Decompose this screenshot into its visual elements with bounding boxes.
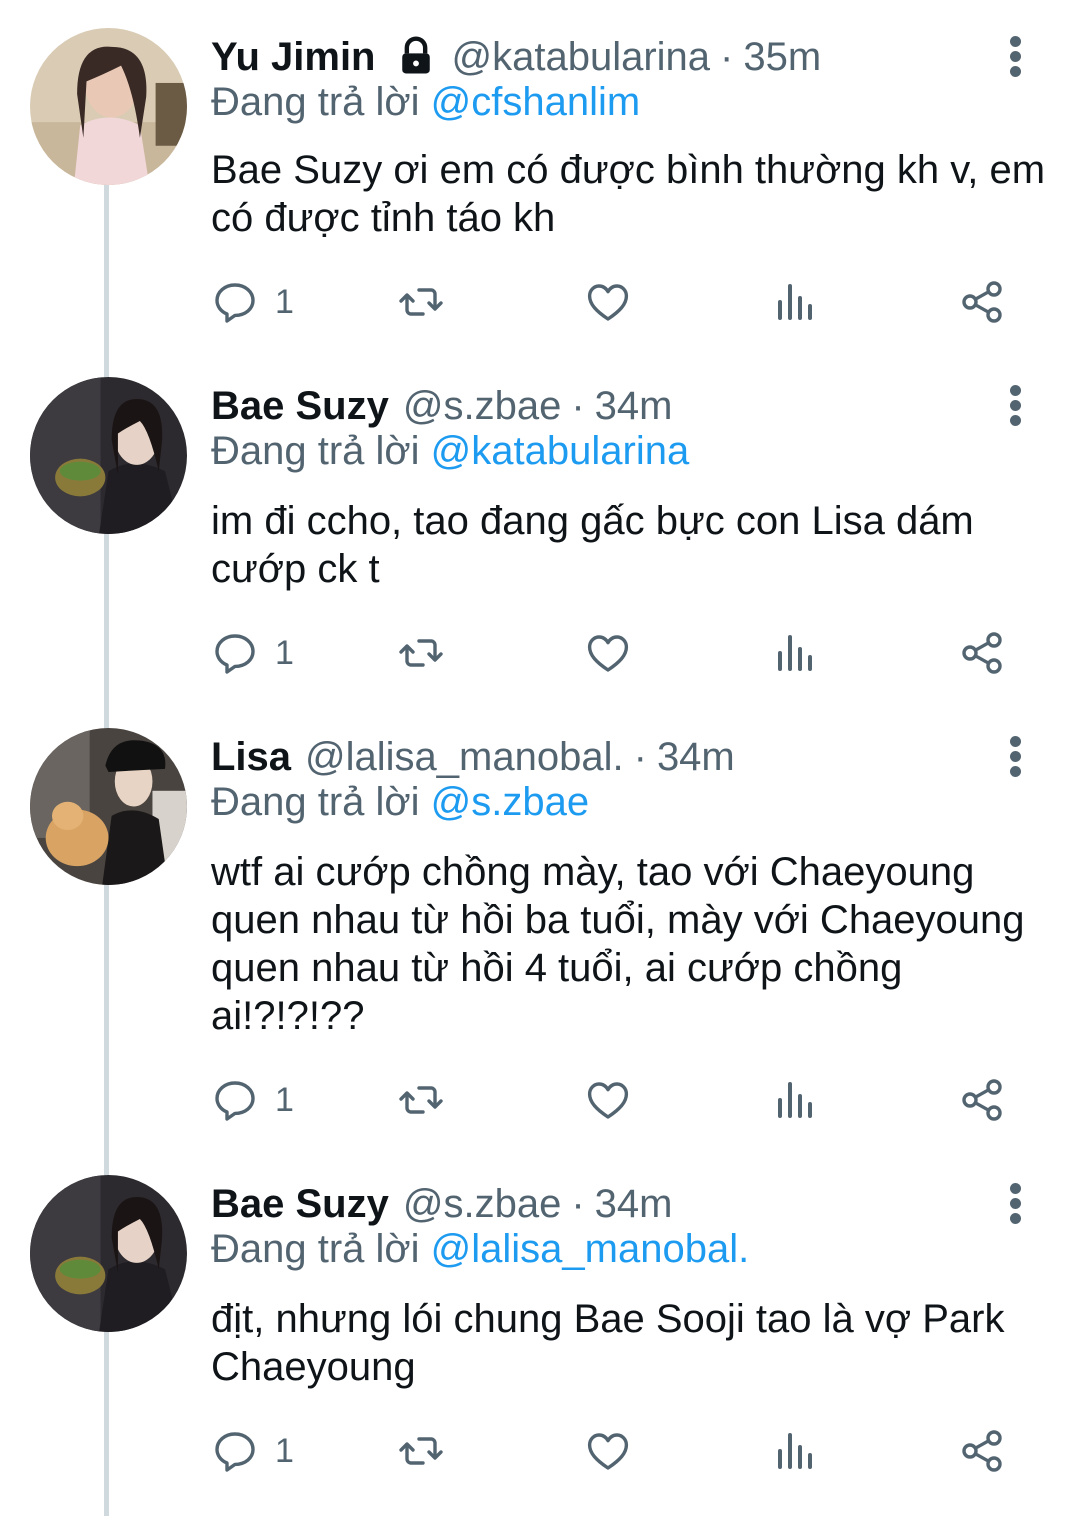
reply-icon	[215, 1432, 255, 1472]
display-name[interactable]: Yu Jimin	[211, 35, 376, 80]
share-button[interactable]	[958, 1423, 1006, 1479]
tweet[interactable]: Lisa @lalisa_manobal. · 34m Đang trả lời…	[0, 728, 1080, 1158]
mention-link[interactable]: @s.zbae	[431, 780, 589, 824]
lock-icon	[394, 35, 438, 79]
views-icon	[778, 1433, 812, 1469]
more-icon[interactable]	[996, 383, 1036, 427]
like-button[interactable]	[584, 625, 632, 681]
tweet-header: Yu Jimin @katabularina · 35m	[211, 28, 821, 86]
retweet-icon	[399, 639, 443, 667]
replying-to: Đang trả lời @lalisa_manobal.	[211, 1227, 749, 1272]
avatar[interactable]	[30, 377, 187, 534]
tweet-text: Bae Suzy ơi em có được bình thường kh v,…	[211, 148, 1046, 240]
reply-count: 1	[275, 633, 294, 672]
replying-label: Đang trả lời	[211, 1227, 420, 1271]
retweet-button[interactable]	[397, 274, 445, 330]
reply-count: 1	[275, 1431, 294, 1470]
action-bar: 1	[0, 625, 1080, 681]
like-button[interactable]	[584, 1072, 632, 1128]
share-icon	[962, 632, 1002, 674]
mention-link[interactable]: @lalisa_manobal.	[431, 1227, 750, 1271]
retweet-icon	[399, 1086, 443, 1114]
timestamp[interactable]: 34m	[657, 735, 735, 780]
share-button[interactable]	[958, 274, 1006, 330]
display-name[interactable]: Bae Suzy	[211, 384, 389, 429]
replying-label: Đang trả lời	[211, 80, 420, 124]
views-button[interactable]	[772, 625, 820, 681]
replying-to: Đang trả lời @katabularina	[211, 429, 689, 474]
like-button[interactable]	[584, 1423, 632, 1479]
separator-dot: ·	[633, 734, 647, 779]
share-icon	[962, 1079, 1002, 1121]
avatar[interactable]	[30, 728, 187, 885]
more-icon[interactable]	[996, 34, 1036, 78]
handle[interactable]: @katabularina	[452, 35, 711, 80]
like-icon	[587, 635, 629, 672]
timestamp[interactable]: 34m	[595, 384, 673, 429]
tweet-text: địt, nhưng lói chung Bae Sooji tao là vợ…	[211, 1297, 1005, 1389]
share-icon	[962, 281, 1002, 323]
reply-icon	[215, 634, 255, 674]
replying-label: Đang trả lời	[211, 780, 420, 824]
display-name[interactable]: Lisa	[211, 735, 291, 780]
tweet[interactable]: Bae Suzy @s.zbae · 34m Đang trả lời @lal…	[0, 1175, 1080, 1505]
retweet-icon	[399, 288, 443, 316]
handle[interactable]: @s.zbae	[403, 1182, 561, 1227]
retweet-button[interactable]	[397, 1423, 445, 1479]
timestamp[interactable]: 34m	[595, 1182, 673, 1227]
reply-icon	[215, 1081, 255, 1121]
separator-dot: ·	[720, 34, 734, 79]
reply-button[interactable]: 1	[211, 1072, 294, 1128]
tweet-text: wtf ai cướp chồng mày, tao với Chaeyoung…	[211, 850, 1025, 1038]
separator-dot: ·	[571, 383, 585, 428]
tweet[interactable]: Yu Jimin @katabularina · 35m Đang trả lờ…	[0, 28, 1080, 358]
reply-count: 1	[275, 1080, 294, 1119]
tweet-text: im đi ccho, tao đang gấc bực con Lisa dá…	[211, 499, 974, 591]
tweet-header: Bae Suzy @s.zbae · 34m	[211, 1175, 672, 1233]
like-icon	[587, 284, 629, 321]
action-bar: 1	[0, 1072, 1080, 1128]
views-button[interactable]	[772, 1423, 820, 1479]
replying-to: Đang trả lời @s.zbae	[211, 780, 589, 825]
mention-link[interactable]: @katabularina	[431, 429, 690, 473]
avatar[interactable]	[30, 1175, 187, 1332]
retweet-icon	[399, 1437, 443, 1465]
reply-button[interactable]: 1	[211, 274, 294, 330]
views-icon	[778, 284, 812, 320]
separator-dot: ·	[571, 1181, 585, 1226]
retweet-button[interactable]	[397, 1072, 445, 1128]
mention-link[interactable]: @cfshanlim	[431, 80, 641, 124]
more-icon[interactable]	[996, 734, 1036, 778]
reply-icon	[215, 283, 255, 323]
tweet[interactable]: Bae Suzy @s.zbae · 34m Đang trả lời @kat…	[0, 377, 1080, 707]
retweet-button[interactable]	[397, 625, 445, 681]
reply-button[interactable]: 1	[211, 625, 294, 681]
share-button[interactable]	[958, 625, 1006, 681]
share-button[interactable]	[958, 1072, 1006, 1128]
share-icon	[962, 1430, 1002, 1472]
reply-count: 1	[275, 282, 294, 321]
like-button[interactable]	[584, 274, 632, 330]
views-button[interactable]	[772, 274, 820, 330]
like-icon	[587, 1433, 629, 1470]
like-icon	[587, 1082, 629, 1119]
views-icon	[778, 1082, 812, 1118]
tweet-header: Lisa @lalisa_manobal. · 34m	[211, 728, 735, 786]
views-button[interactable]	[772, 1072, 820, 1128]
display-name[interactable]: Bae Suzy	[211, 1182, 389, 1227]
replying-to: Đang trả lời @cfshanlim	[211, 80, 640, 125]
avatar[interactable]	[30, 28, 187, 185]
replying-label: Đang trả lời	[211, 429, 420, 473]
reply-button[interactable]: 1	[211, 1423, 294, 1479]
timestamp[interactable]: 35m	[743, 35, 821, 80]
views-icon	[778, 635, 812, 671]
tweet-header: Bae Suzy @s.zbae · 34m	[211, 377, 672, 435]
action-bar: 1	[0, 274, 1080, 330]
handle[interactable]: @lalisa_manobal.	[305, 735, 624, 780]
handle[interactable]: @s.zbae	[403, 384, 561, 429]
more-icon[interactable]	[996, 1181, 1036, 1225]
action-bar: 1	[0, 1423, 1080, 1479]
